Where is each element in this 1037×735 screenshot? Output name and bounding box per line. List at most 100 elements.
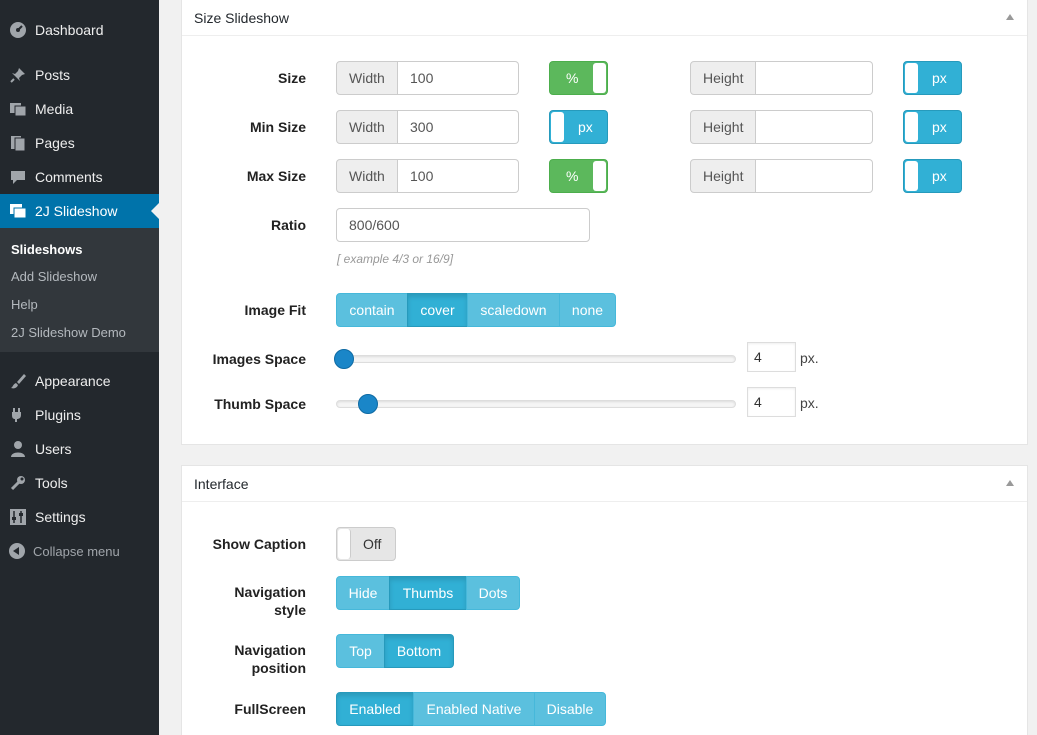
menu-label: 2J Slideshow: [35, 203, 118, 219]
menu-label: Posts: [35, 67, 71, 83]
toggle-knob: [905, 112, 918, 142]
fullscreen-group: Enabled Enabled Native Disable: [336, 692, 606, 726]
menu-label: Media: [35, 101, 74, 117]
toggle-knob: [905, 161, 918, 191]
ratio-hint: [ example 4/3 or 16/9]: [337, 252, 454, 266]
images-space-input[interactable]: 4: [747, 342, 796, 372]
pages-icon: [9, 134, 27, 152]
menu-plugins[interactable]: Plugins: [0, 398, 159, 432]
menu-users[interactable]: Users: [0, 432, 159, 466]
menu-appearance[interactable]: Appearance: [0, 364, 159, 398]
dashboard-icon: [9, 21, 27, 39]
show-caption-toggle[interactable]: Off: [336, 527, 396, 561]
max-height-input[interactable]: [756, 159, 873, 193]
max-width-unit-toggle[interactable]: %: [549, 159, 608, 193]
menu-dashboard[interactable]: Dashboard: [0, 13, 159, 47]
menu-label: Plugins: [35, 407, 81, 423]
min-width-unit-toggle[interactable]: px: [549, 110, 608, 144]
fit-scaledown-button[interactable]: scaledown: [467, 293, 560, 327]
submenu-add-slideshow[interactable]: Add Slideshow: [11, 269, 97, 284]
menu-posts[interactable]: Posts: [0, 58, 159, 92]
admin-sidebar: Dashboard Posts Media Pages Comments 2J …: [0, 0, 159, 735]
min-width-input[interactable]: 300: [398, 110, 519, 144]
fullscreen-disable-button[interactable]: Disable: [534, 692, 606, 726]
submenu: Slideshows Add Slideshow Help 2J Slidesh…: [0, 228, 159, 352]
collapse-menu[interactable]: Collapse menu: [0, 540, 159, 562]
width-addon: Width: [336, 61, 398, 95]
nav-thumbs-button[interactable]: Thumbs: [389, 576, 467, 610]
min-height-input[interactable]: [756, 110, 873, 144]
fullscreen-label: FullScreen: [234, 701, 306, 717]
size-width-unit-toggle[interactable]: %: [549, 61, 608, 95]
size-slideshow-panel: Size Slideshow Size Width 100 % Height p…: [181, 0, 1028, 445]
size-height-unit-toggle[interactable]: px: [903, 61, 962, 95]
submenu-slideshows[interactable]: Slideshows: [11, 242, 83, 257]
menu-label: Dashboard: [35, 22, 104, 38]
size-height-input[interactable]: [756, 61, 873, 95]
images-space-slider[interactable]: [336, 355, 736, 363]
label-line: position: [251, 660, 306, 676]
collapse-arrow-icon[interactable]: [1006, 480, 1014, 486]
nav-dots-button[interactable]: Dots: [466, 576, 520, 610]
menu-settings[interactable]: Settings: [0, 500, 159, 534]
height-addon: Height: [690, 61, 756, 95]
brush-icon: [9, 372, 27, 390]
fit-none-button[interactable]: none: [559, 293, 616, 327]
navigation-position-group: Top Bottom: [336, 634, 454, 668]
collapse-icon: [9, 543, 25, 559]
menu-2j-slideshow[interactable]: 2J Slideshow: [0, 194, 159, 228]
menu-comments[interactable]: Comments: [0, 160, 159, 194]
submenu-help[interactable]: Help: [11, 297, 38, 312]
toggle-text: px: [932, 168, 947, 184]
max-height-unit-toggle[interactable]: px: [903, 159, 962, 193]
max-width-input[interactable]: 100: [398, 159, 519, 193]
thumb-space-slider-handle[interactable]: [358, 394, 378, 414]
size-width-input[interactable]: 100: [398, 61, 519, 95]
fullscreen-enabled-button[interactable]: Enabled: [336, 692, 414, 726]
navigation-position-label: Navigation position: [234, 641, 306, 677]
toggle-text: px: [578, 119, 593, 135]
comment-icon: [9, 168, 27, 186]
images-space-slider-handle[interactable]: [334, 349, 354, 369]
navigation-style-label: Navigation style: [234, 583, 306, 619]
menu-pages[interactable]: Pages: [0, 126, 159, 160]
menu-media[interactable]: Media: [0, 92, 159, 126]
toggle-knob: [593, 63, 606, 93]
fit-cover-button[interactable]: cover: [407, 293, 468, 327]
fit-contain-button[interactable]: contain: [336, 293, 408, 327]
toggle-text: px: [932, 70, 947, 86]
submenu-demo[interactable]: 2J Slideshow Demo: [11, 325, 126, 340]
menu-label: Appearance: [35, 373, 111, 389]
menu-label: Pages: [35, 135, 75, 151]
height-addon: Height: [690, 110, 756, 144]
min-size-label: Min Size: [249, 119, 306, 135]
menu-tools[interactable]: Tools: [0, 466, 159, 500]
menu-label: Tools: [35, 475, 68, 491]
panel-title: Size Slideshow: [194, 10, 289, 26]
panel-title: Interface: [194, 476, 249, 492]
min-height-unit-toggle[interactable]: px: [903, 110, 962, 144]
label-line: Navigation: [234, 642, 306, 658]
thumb-space-slider[interactable]: [336, 400, 736, 408]
width-addon: Width: [336, 110, 398, 144]
ratio-input[interactable]: 800/600: [336, 208, 590, 242]
plugin-icon: [9, 406, 27, 424]
user-icon: [9, 440, 27, 458]
label-line: Navigation: [234, 584, 306, 600]
position-bottom-button[interactable]: Bottom: [384, 634, 454, 668]
image-fit-label: Image Fit: [244, 302, 306, 318]
nav-hide-button[interactable]: Hide: [336, 576, 390, 610]
thumb-space-unit: px.: [800, 395, 819, 411]
menu-label: Settings: [35, 509, 86, 525]
toggle-knob: [551, 112, 564, 142]
slideshow-icon: [9, 202, 27, 220]
media-icon: [9, 100, 27, 118]
thumb-space-input[interactable]: 4: [747, 387, 796, 417]
images-space-label: Images Space: [212, 351, 306, 367]
menu-label: Users: [35, 441, 72, 457]
toggle-text: %: [566, 168, 579, 184]
wrench-icon: [9, 474, 27, 492]
collapse-arrow-icon[interactable]: [1006, 14, 1014, 20]
fullscreen-native-button[interactable]: Enabled Native: [413, 692, 535, 726]
position-top-button[interactable]: Top: [336, 634, 385, 668]
